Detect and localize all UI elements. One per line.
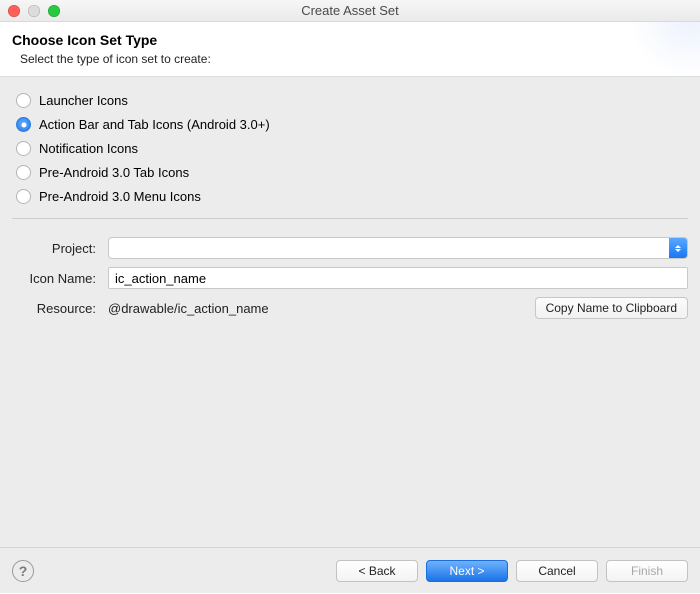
icon-name-input[interactable]: ic_action_name [108,267,688,289]
resource-value: @drawable/ic_action_name [108,301,529,316]
finish-button: Finish [606,560,688,582]
window-controls [8,5,60,17]
footer: ? < Back Next > Cancel Finish [0,547,700,593]
cancel-button[interactable]: Cancel [516,560,598,582]
radio-launcher-icons[interactable]: Launcher Icons [16,93,688,108]
form: Project: Icon Name: ic_action_name Resou… [12,237,688,319]
radio-notification-icons[interactable]: Notification Icons [16,141,688,156]
radio-pre30-tab-icons[interactable]: Pre-Android 3.0 Tab Icons [16,165,688,180]
radio-label: Pre-Android 3.0 Tab Icons [39,165,189,180]
radio-pre30-menu-icons[interactable]: Pre-Android 3.0 Menu Icons [16,189,688,204]
help-icon[interactable]: ? [12,560,34,582]
radio-icon [16,165,31,180]
next-button[interactable]: Next > [426,560,508,582]
page-title: Choose Icon Set Type [12,32,688,48]
page-subtitle: Select the type of icon set to create: [20,52,688,66]
radio-label: Action Bar and Tab Icons (Android 3.0+) [39,117,270,132]
radio-action-bar-tab-icons[interactable]: Action Bar and Tab Icons (Android 3.0+) [16,117,688,132]
window-title: Create Asset Set [0,3,700,18]
radio-icon [16,117,31,132]
radio-icon [16,93,31,108]
icon-name-value: ic_action_name [115,271,206,286]
icon-name-label: Icon Name: [12,271,102,286]
back-button[interactable]: < Back [336,560,418,582]
radio-label: Pre-Android 3.0 Menu Icons [39,189,201,204]
select-stepper-icon [669,238,687,258]
copy-name-button[interactable]: Copy Name to Clipboard [535,297,688,319]
minimize-icon[interactable] [28,5,40,17]
content-area: Launcher Icons Action Bar and Tab Icons … [0,77,700,547]
project-select[interactable] [108,237,688,259]
radio-label: Notification Icons [39,141,138,156]
radio-label: Launcher Icons [39,93,128,108]
icon-type-radio-group: Launcher Icons Action Bar and Tab Icons … [16,93,688,204]
radio-icon [16,141,31,156]
titlebar: Create Asset Set [0,0,700,22]
project-label: Project: [12,241,102,256]
radio-icon [16,189,31,204]
zoom-icon[interactable] [48,5,60,17]
resource-label: Resource: [12,301,102,316]
divider [12,218,688,219]
close-icon[interactable] [8,5,20,17]
banner: Choose Icon Set Type Select the type of … [0,22,700,77]
